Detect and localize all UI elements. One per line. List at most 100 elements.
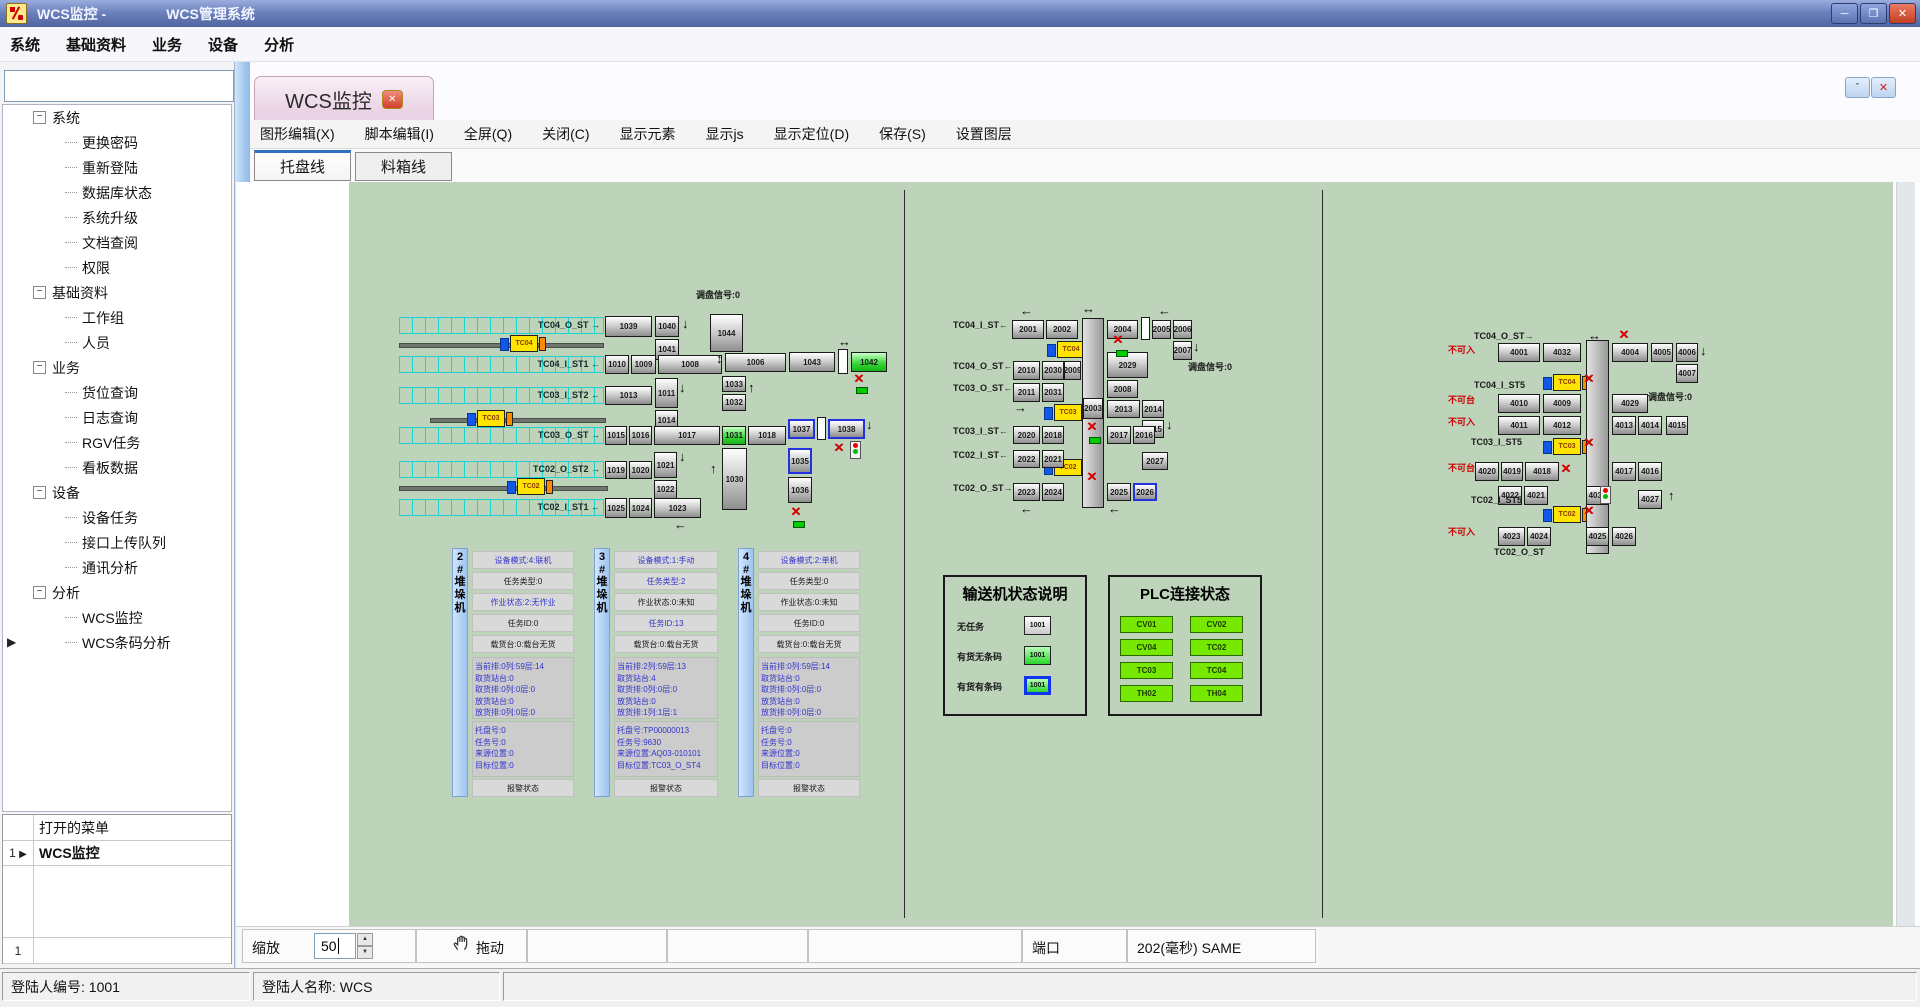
close-button[interactable]: ✕: [1889, 3, 1916, 24]
conveyor-block-1024[interactable]: 1024: [629, 498, 652, 518]
conveyor-block-2002[interactable]: 2002: [1046, 320, 1078, 339]
conveyor-block-4001[interactable]: 4001: [1498, 343, 1540, 362]
conveyor-block-1013[interactable]: 1013: [605, 386, 652, 405]
conveyor-block-1040[interactable]: 1040: [655, 316, 679, 337]
canvas-scrollbar[interactable]: [1896, 182, 1915, 926]
conveyor-block-2007[interactable]: 2007: [1173, 341, 1192, 360]
menu-item-0[interactable]: 系统: [10, 34, 40, 55]
minimize-button[interactable]: ─: [1831, 3, 1858, 24]
conveyor-block-2016[interactable]: 2016: [1133, 426, 1155, 444]
conveyor-block-2024[interactable]: 2024: [1042, 483, 1064, 501]
conveyor-block-2006[interactable]: 2006: [1173, 320, 1192, 339]
conveyor-block-2001[interactable]: 2001: [1012, 320, 1044, 339]
stacker-crane-TC02[interactable]: TC02: [507, 477, 554, 497]
conveyor-block-4027[interactable]: 4027: [1638, 490, 1662, 509]
sidebar-item-13[interactable]: RGV任务: [3, 430, 231, 455]
conveyor-block-2014[interactable]: 2014: [1142, 400, 1164, 418]
conveyor-block-2005[interactable]: 2005: [1152, 320, 1171, 339]
panel-alarm-row[interactable]: 报警状态: [472, 779, 574, 797]
conveyor-block-4017[interactable]: 4017: [1612, 462, 1636, 481]
sidebar-item-4[interactable]: 系统升级: [3, 205, 231, 230]
conveyor-block-1038[interactable]: 1038: [828, 419, 865, 439]
sidebar-item-1[interactable]: 更换密码: [3, 130, 231, 155]
conveyor-block-1025[interactable]: 1025: [605, 498, 627, 518]
tabstrip-close-icon[interactable]: ✕: [1871, 77, 1896, 98]
toolbar-item-5[interactable]: 显示js: [706, 124, 744, 144]
conveyor-block-2008[interactable]: 2008: [1107, 380, 1138, 398]
conveyor-block-1035[interactable]: 1035: [788, 448, 812, 474]
sidebar-item-5[interactable]: 文档查阅: [3, 230, 231, 255]
plc-cell-TC03[interactable]: TC03: [1120, 662, 1173, 679]
sidebar-item-20[interactable]: WCS监控: [3, 605, 231, 630]
plc-cell-TH04[interactable]: TH04: [1190, 685, 1243, 702]
drag-label[interactable]: 拖动: [476, 938, 504, 958]
conveyor-block-2009[interactable]: 2009: [1064, 361, 1081, 380]
conveyor-block-1022[interactable]: 1022: [654, 480, 677, 499]
conveyor-block-1009[interactable]: 1009: [631, 355, 656, 374]
conveyor-block-1033[interactable]: 1033: [722, 376, 746, 392]
toolbar-item-8[interactable]: 设置图层: [956, 124, 1012, 144]
zoom-stepper[interactable]: ▲ ▼: [357, 933, 373, 959]
conveyor-block-4026[interactable]: 4026: [1612, 527, 1636, 546]
conveyor-block-2027[interactable]: 2027: [1142, 452, 1168, 470]
stacker-crane-TC04[interactable]: TC04: [500, 334, 547, 354]
conveyor-block-1016[interactable]: 1016: [629, 426, 652, 445]
conveyor-block-4025[interactable]: 4025: [1586, 527, 1609, 546]
conveyor-block-4014[interactable]: 4014: [1638, 416, 1662, 435]
sidebar-item-15[interactable]: −设备: [3, 480, 231, 505]
conveyor-block-4020[interactable]: 4020: [1475, 462, 1499, 481]
sidebar-item-0[interactable]: −系统: [3, 105, 231, 130]
toolbar-item-4[interactable]: 显示元素: [620, 124, 676, 144]
conveyor-block-4029[interactable]: 4029: [1612, 394, 1648, 413]
subtab-0[interactable]: 托盘线: [254, 150, 351, 181]
conveyor-block-4011[interactable]: 4011: [1498, 416, 1540, 435]
conveyor-block-4018[interactable]: 4018: [1525, 462, 1559, 481]
conveyor-block-2018[interactable]: 2018: [1042, 426, 1064, 444]
menu-item-3[interactable]: 设备: [208, 34, 238, 55]
sidebar-item-3[interactable]: 数据库状态: [3, 180, 231, 205]
plc-cell-CV02[interactable]: CV02: [1190, 616, 1243, 633]
toolbar-item-1[interactable]: 脚本编辑(I): [365, 124, 434, 144]
conveyor-block-2030[interactable]: 2030: [1042, 361, 1064, 380]
plc-cell-TC04[interactable]: TC04: [1190, 662, 1243, 679]
plc-cell-TC02[interactable]: TC02: [1190, 639, 1243, 656]
conveyor-block-2017[interactable]: 2017: [1107, 426, 1131, 444]
conveyor-block-1037[interactable]: 1037: [788, 419, 815, 439]
conveyor-block-4019[interactable]: 4019: [1501, 462, 1523, 481]
conveyor-block-1030[interactable]: 1030: [722, 448, 747, 510]
collapse-icon[interactable]: −: [33, 361, 46, 374]
conveyor-block-1043[interactable]: 1043: [789, 352, 835, 372]
conveyor-block-2010[interactable]: 2010: [1013, 361, 1040, 380]
sidebar-item-9[interactable]: 人员: [3, 330, 231, 355]
conveyor-block-1042[interactable]: 1042: [851, 352, 887, 372]
conveyor-block-4005[interactable]: 4005: [1651, 343, 1673, 362]
toolbar-item-0[interactable]: 图形编辑(X): [260, 124, 335, 144]
panel-alarm-row[interactable]: 报警状态: [614, 779, 718, 797]
conveyor-block-1044[interactable]: 1044: [710, 314, 743, 352]
stepper-down-icon[interactable]: ▼: [357, 946, 373, 959]
conveyor-block-4009[interactable]: 4009: [1543, 394, 1581, 413]
conveyor-block-4010[interactable]: 4010: [1498, 394, 1540, 413]
sidebar-item-11[interactable]: 货位查询: [3, 380, 231, 405]
conveyor-block-4021[interactable]: 4021: [1524, 486, 1548, 505]
conveyor-block-1039[interactable]: 1039: [605, 316, 652, 337]
drag-cell[interactable]: [416, 929, 527, 963]
plc-cell-CV01[interactable]: CV01: [1120, 616, 1173, 633]
conveyor-block-1008[interactable]: 1008: [658, 355, 722, 374]
conveyor-block-1017[interactable]: 1017: [654, 426, 720, 445]
conveyor-block-4013[interactable]: 4013: [1612, 416, 1636, 435]
plc-cell-TH02[interactable]: TH02: [1120, 685, 1173, 702]
conveyor-block-2023[interactable]: 2023: [1013, 483, 1040, 501]
conveyor-block-2021[interactable]: 2021: [1042, 450, 1064, 468]
conveyor-block-1032[interactable]: 1032: [722, 394, 746, 411]
conveyor-block-4012[interactable]: 4012: [1543, 416, 1581, 435]
conveyor-block-2003[interactable]: 2003: [1083, 398, 1103, 419]
conveyor-block-1020[interactable]: 1020: [629, 461, 652, 479]
sidebar-item-14[interactable]: 看板数据: [3, 455, 231, 480]
sidebar-filter-input[interactable]: [4, 70, 234, 102]
conveyor-block-2022[interactable]: 2022: [1013, 450, 1040, 468]
sidebar-item-16[interactable]: 设备任务: [3, 505, 231, 530]
sidebar-item-19[interactable]: −分析: [3, 580, 231, 605]
sidebar-item-21[interactable]: ▶WCS条码分析: [3, 630, 231, 655]
conveyor-block-4032[interactable]: 4032: [1543, 343, 1581, 362]
